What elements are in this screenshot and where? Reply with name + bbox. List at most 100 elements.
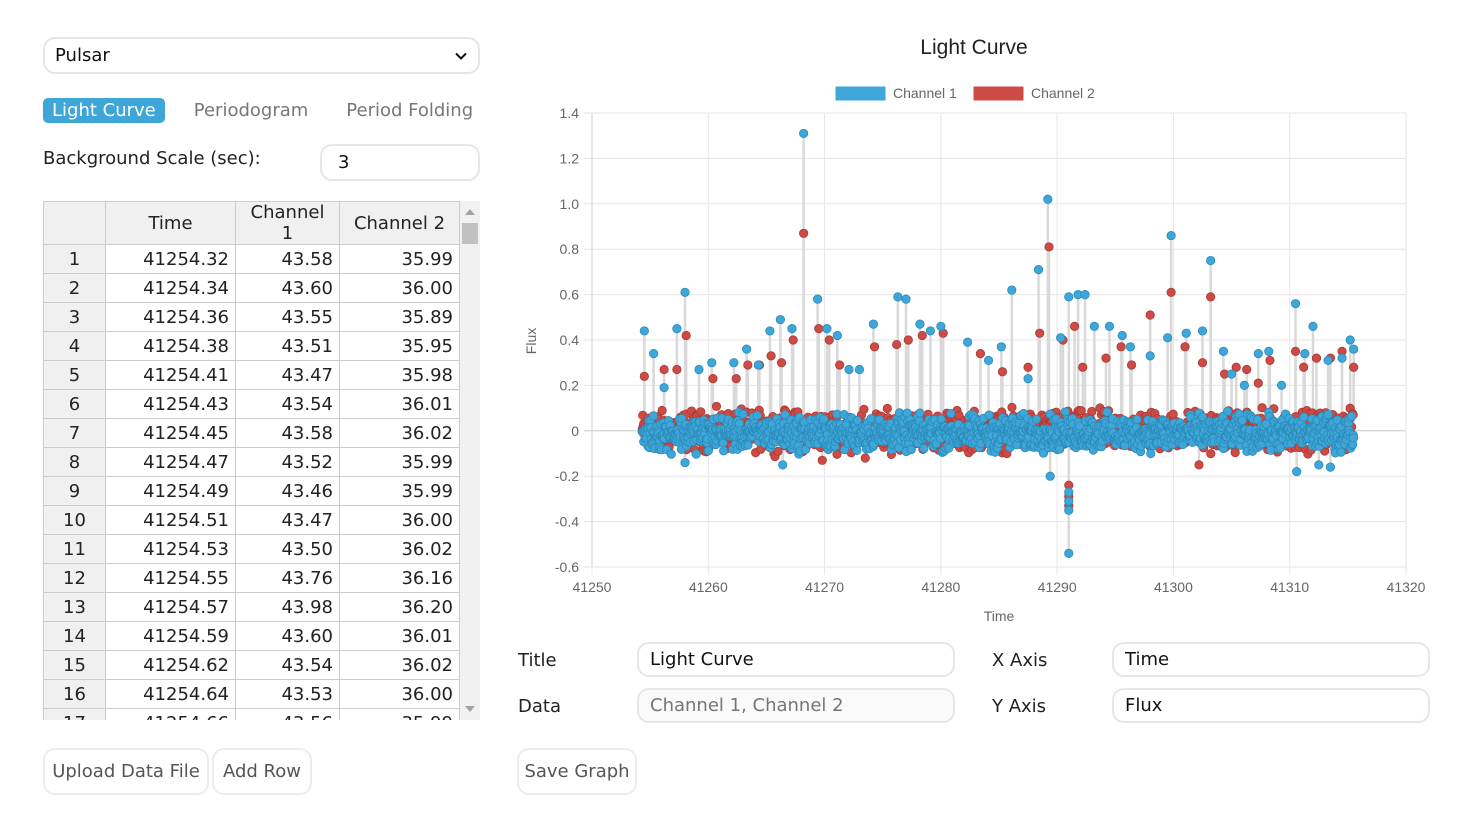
channel-1-cell[interactable]: 43.50 — [235, 534, 340, 564]
channel-1-point[interactable] — [1007, 285, 1017, 295]
row-index-cell[interactable]: 13 — [43, 592, 106, 622]
channel-2-point[interactable] — [743, 360, 753, 370]
channel-1-point[interactable] — [1308, 321, 1318, 331]
channel-2-point[interactable] — [824, 335, 834, 345]
channel-1-point[interactable] — [1117, 330, 1127, 341]
channel-1-point[interactable] — [672, 324, 682, 334]
channel-1-point[interactable] — [1104, 321, 1115, 331]
channel-1-point[interactable] — [1325, 462, 1336, 472]
channel-1-cell[interactable]: 43.76 — [235, 563, 340, 593]
channel-1-point[interactable] — [819, 414, 829, 424]
channel-1-point[interactable] — [1290, 299, 1301, 309]
channel-2-point[interactable] — [672, 364, 682, 375]
channel-2-point[interactable] — [1349, 362, 1359, 372]
channel-1-cell[interactable]: 43.47 — [235, 505, 340, 535]
channel-2-point[interactable] — [1145, 310, 1155, 320]
channel-1-point[interactable] — [1056, 333, 1066, 343]
channel-1-point[interactable] — [893, 292, 903, 302]
row-index-cell[interactable]: 3 — [43, 302, 106, 332]
channel-2-cell[interactable]: 35.99 — [339, 708, 460, 720]
time-cell[interactable]: 41254.43 — [105, 389, 236, 419]
channel-1-point[interactable] — [936, 321, 946, 331]
channel-1-point[interactable] — [1045, 471, 1055, 481]
scroll-up-arrow-icon[interactable] — [465, 209, 475, 215]
channel-2-cell[interactable]: 36.02 — [339, 418, 460, 448]
channel-1-point[interactable] — [648, 411, 659, 421]
channel-1-point[interactable] — [1060, 407, 1070, 417]
table-scrollbar[interactable] — [460, 201, 480, 720]
time-cell[interactable]: 41254.57 — [105, 592, 236, 622]
legend-swatch-channel-2[interactable] — [972, 85, 1025, 102]
channel-1-point[interactable] — [1222, 406, 1233, 417]
time-cell[interactable]: 41254.41 — [105, 360, 236, 390]
channel-1-point[interactable] — [984, 410, 994, 420]
channel-1-point[interactable] — [719, 446, 729, 456]
channel-2-point[interactable] — [773, 446, 783, 456]
channel-2-cell[interactable]: 36.02 — [339, 650, 460, 680]
channel-1-point[interactable] — [1337, 353, 1347, 363]
channel-2-point[interactable] — [975, 349, 985, 359]
channel-2-point[interactable] — [892, 339, 902, 350]
channel-1-point[interactable] — [1314, 460, 1324, 470]
channel-1-point[interactable] — [919, 443, 929, 454]
time-cell[interactable]: 41254.32 — [105, 244, 236, 274]
channel-2-cell[interactable]: 35.99 — [339, 244, 460, 274]
channel-1-point[interactable] — [1253, 349, 1263, 359]
channel-2-point[interactable] — [1194, 460, 1204, 470]
channel-2-cell[interactable]: 36.00 — [339, 679, 460, 709]
channel-1-point[interactable] — [1197, 326, 1208, 336]
channel-2-point[interactable] — [1166, 287, 1176, 297]
channel-2-point[interactable] — [731, 373, 741, 384]
channel-2-point[interactable] — [1242, 364, 1252, 375]
legend-label-channel-2[interactable]: Channel 2 — [1031, 85, 1095, 101]
channel-2-point[interactable] — [681, 330, 691, 341]
time-cell[interactable]: 41254.53 — [105, 534, 236, 564]
data-input[interactable] — [637, 688, 955, 723]
channel-1-point[interactable] — [1206, 255, 1216, 266]
channel-1-point[interactable] — [963, 337, 973, 347]
row-index-cell[interactable]: 1 — [43, 244, 106, 274]
channel-2-point[interactable] — [657, 405, 667, 416]
channel-2-point[interactable] — [639, 371, 649, 381]
channel-2-cell[interactable]: 36.00 — [339, 505, 460, 535]
channel-1-cell[interactable]: 43.60 — [235, 273, 340, 303]
row-index-cell[interactable]: 10 — [43, 505, 106, 535]
channel-1-point[interactable] — [1146, 448, 1156, 459]
row-index-cell[interactable]: 7 — [43, 418, 106, 448]
channel-1-point[interactable] — [680, 457, 690, 468]
upload-data-file-button[interactable]: Upload Data File — [43, 748, 209, 795]
channel-2-cell[interactable]: 35.95 — [339, 331, 460, 361]
scroll-down-arrow-icon[interactable] — [465, 706, 475, 712]
channel-1-point[interactable] — [1166, 230, 1176, 241]
channel-1-point[interactable] — [639, 326, 649, 336]
channel-1-point[interactable] — [1043, 194, 1053, 204]
channel-1-point[interactable] — [915, 408, 925, 418]
channel-1-point[interactable] — [1336, 447, 1346, 457]
channel-1-point[interactable] — [787, 324, 797, 334]
channel-1-point[interactable] — [1345, 335, 1355, 345]
time-cell[interactable]: 41254.45 — [105, 418, 236, 448]
channel-2-cell[interactable]: 36.00 — [339, 273, 460, 303]
y-axis-input[interactable] — [1112, 688, 1430, 723]
time-cell[interactable]: 41254.36 — [105, 302, 236, 332]
row-index-cell[interactable]: 2 — [43, 273, 106, 303]
channel-2-point[interactable] — [659, 364, 669, 375]
channel-1-point[interactable] — [1323, 409, 1333, 420]
channel-2-point[interactable] — [1311, 353, 1322, 363]
channel-1-point[interactable] — [742, 344, 752, 354]
channel-1-point[interactable] — [1064, 487, 1074, 497]
tab-period-folding[interactable]: Period Folding — [337, 98, 482, 123]
channel-1-cell[interactable]: 43.53 — [235, 679, 340, 709]
channel-1-point[interactable] — [752, 410, 762, 421]
channel-2-point[interactable] — [859, 404, 869, 415]
channel-1-point[interactable] — [729, 358, 739, 368]
channel-1-cell[interactable]: 43.98 — [235, 592, 340, 622]
channel-2-point[interactable] — [696, 407, 706, 417]
channel-2-cell[interactable]: 35.99 — [339, 476, 460, 506]
channel-1-point[interactable] — [1181, 328, 1191, 338]
channel-1-point[interactable] — [1064, 548, 1074, 558]
channel-1-cell[interactable]: 43.58 — [235, 418, 340, 448]
channel-1-cell[interactable]: 43.52 — [235, 447, 340, 477]
channel-1-point[interactable] — [778, 460, 788, 470]
save-graph-button[interactable]: Save Graph — [517, 748, 637, 795]
